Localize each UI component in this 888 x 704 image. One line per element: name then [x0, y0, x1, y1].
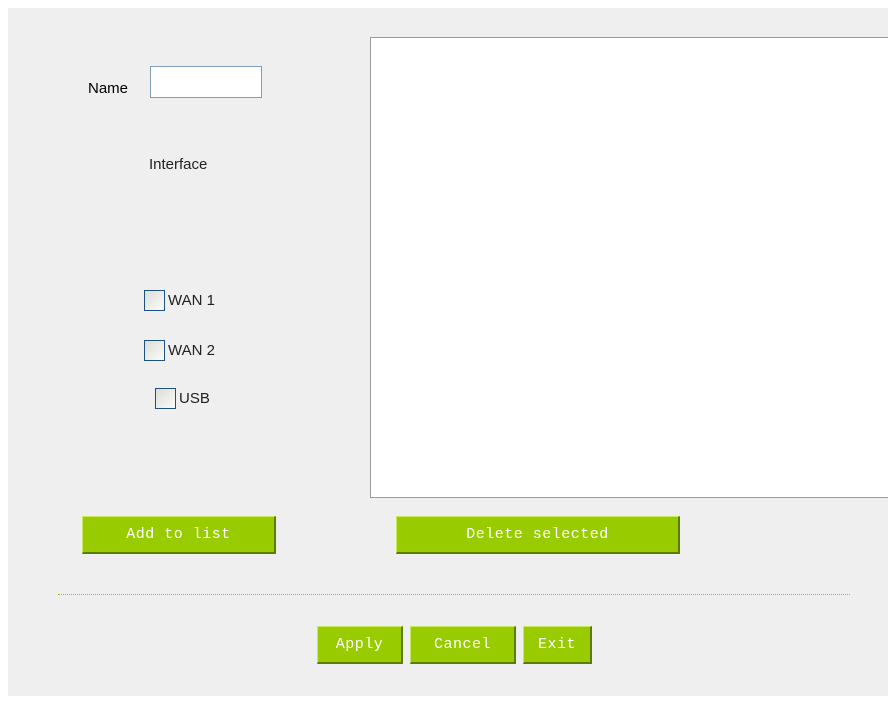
interface-list-box[interactable]: [370, 37, 888, 498]
add-to-list-button[interactable]: Add to list: [82, 516, 276, 554]
wan2-checkbox[interactable]: [144, 340, 165, 361]
divider: [58, 594, 850, 595]
usb-label: USB: [179, 390, 210, 407]
wan1-option[interactable]: WAN 1: [144, 290, 215, 311]
cancel-button[interactable]: Cancel: [410, 626, 516, 664]
usb-checkbox[interactable]: [155, 388, 176, 409]
interface-label: Interface: [149, 156, 208, 173]
wan1-checkbox[interactable]: [144, 290, 165, 311]
apply-button[interactable]: Apply: [317, 626, 403, 664]
wan2-option[interactable]: WAN 2: [144, 340, 215, 361]
exit-button[interactable]: Exit: [523, 626, 592, 664]
name-input[interactable]: [150, 66, 262, 98]
wan1-label: WAN 1: [168, 292, 215, 309]
name-label: Name: [88, 80, 129, 97]
delete-selected-button[interactable]: Delete selected: [396, 516, 680, 554]
usb-option[interactable]: USB: [155, 388, 210, 409]
wan2-label: WAN 2: [168, 342, 215, 359]
